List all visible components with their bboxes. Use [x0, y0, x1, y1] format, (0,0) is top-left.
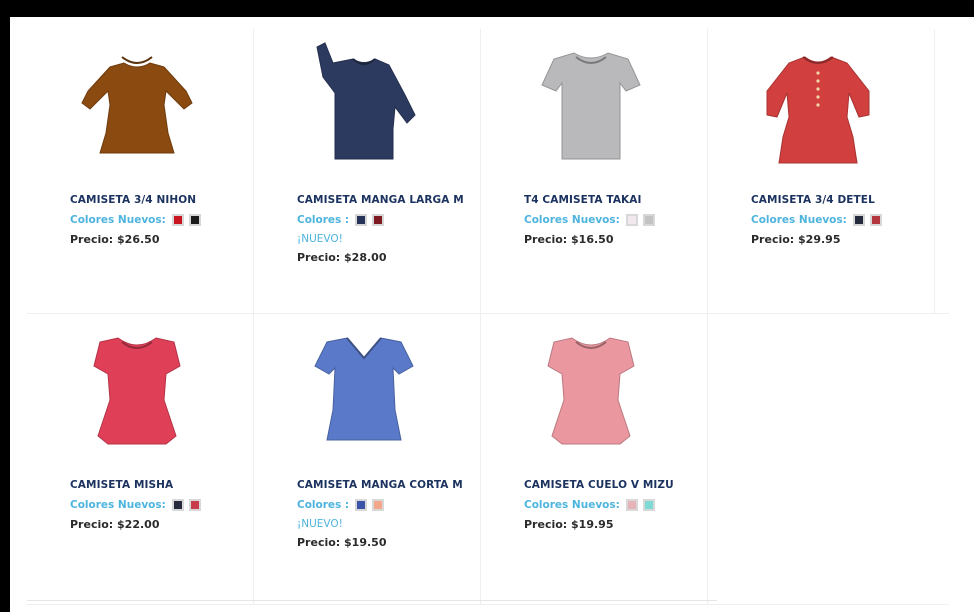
garment-button [816, 95, 820, 99]
garment-shape [93, 337, 181, 445]
garment-shape [314, 337, 414, 441]
garment-shape [547, 337, 635, 445]
product-price: Precio: $19.50 [297, 536, 387, 549]
product-name-link[interactable]: CAMISETA CUELO V MIZU [524, 479, 704, 492]
garment-illustration [81, 56, 193, 154]
product-name-link[interactable]: CAMISETA MANGA CORTA M [297, 479, 477, 492]
garment-shape [541, 52, 641, 160]
garment-illustration [316, 42, 416, 160]
product-name-link[interactable]: CAMISETA 3/4 NIHON [70, 194, 250, 207]
product-name-link[interactable]: CAMISETA 3/4 DETEL [751, 194, 931, 207]
empty-cell [708, 314, 935, 604]
product-image[interactable] [62, 318, 212, 468]
colors-label: Colores Nuevos: [524, 498, 620, 511]
product-card: CAMISETA CUELO V MIZU Colores Nuevos: Pr… [481, 314, 708, 604]
color-swatch[interactable] [188, 498, 201, 511]
garment-illustration [547, 337, 635, 445]
bottom-divider [27, 600, 717, 601]
color-swatch[interactable] [869, 213, 882, 226]
product-name-link[interactable]: T4 CAMISETA TAKAI [524, 194, 704, 207]
colors-label: Colores Nuevos: [70, 213, 166, 226]
product-image[interactable] [516, 33, 666, 183]
product-image[interactable] [289, 318, 439, 468]
garment-illustration [314, 337, 414, 441]
color-swatch[interactable] [625, 213, 638, 226]
colors-label: Colores : [297, 498, 350, 511]
garment-shape [81, 62, 193, 154]
product-card: T4 CAMISETA TAKAI Colores Nuevos: Precio… [481, 29, 708, 313]
new-badge: ¡NUEVO! [297, 233, 343, 245]
garment-button [816, 87, 820, 91]
colors-label: Colores Nuevos: [524, 213, 620, 226]
product-image[interactable] [516, 318, 666, 468]
new-badge: ¡NUEVO! [297, 518, 343, 530]
garment-shape [316, 42, 416, 160]
product-image[interactable] [62, 33, 212, 183]
product-card: CAMISETA MANGA LARGA M Colores : ¡NUEVO!… [254, 29, 481, 313]
product-listing-frame: CAMISETA 3/4 NIHON Colores Nuevos: Preci… [10, 17, 974, 612]
garment-neckline [121, 56, 153, 64]
color-swatch[interactable] [355, 498, 368, 511]
garment-button [816, 79, 820, 83]
product-price: Precio: $19.95 [524, 518, 614, 531]
color-swatch[interactable] [355, 213, 368, 226]
color-swatch[interactable] [852, 213, 865, 226]
product-name-link[interactable]: CAMISETA MISHA [70, 479, 250, 492]
colors-label: Colores : [297, 213, 350, 226]
product-card: CAMISETA 3/4 NIHON Colores Nuevos: Preci… [27, 29, 254, 313]
garment-button [816, 71, 820, 75]
product-grid: CAMISETA 3/4 NIHON Colores Nuevos: Preci… [27, 29, 949, 605]
garment-illustration [766, 56, 870, 164]
color-swatch[interactable] [171, 213, 184, 226]
color-swatch[interactable] [171, 498, 184, 511]
garment-button [816, 103, 820, 107]
colors-label: Colores Nuevos: [70, 498, 166, 511]
product-name-link[interactable]: CAMISETA MANGA LARGA M [297, 194, 477, 207]
product-row: CAMISETA MISHA Colores Nuevos: Precio: $… [27, 314, 949, 605]
product-price: Precio: $29.95 [751, 233, 841, 246]
product-card: CAMISETA 3/4 DETEL Colores Nuevos: Preci… [708, 29, 935, 313]
color-swatch[interactable] [642, 498, 655, 511]
color-swatch[interactable] [642, 213, 655, 226]
color-swatch[interactable] [188, 213, 201, 226]
garment-illustration [93, 337, 181, 445]
product-card: CAMISETA MISHA Colores Nuevos: Precio: $… [27, 314, 254, 604]
garment-illustration [541, 52, 641, 160]
product-price: Precio: $28.00 [297, 251, 387, 264]
product-price: Precio: $16.50 [524, 233, 614, 246]
product-image[interactable] [289, 33, 439, 183]
product-row: CAMISETA 3/4 NIHON Colores Nuevos: Preci… [27, 29, 949, 314]
color-swatch[interactable] [372, 498, 385, 511]
product-price: Precio: $22.00 [70, 518, 160, 531]
product-price: Precio: $26.50 [70, 233, 160, 246]
product-card: CAMISETA MANGA CORTA M Colores : ¡NUEVO!… [254, 314, 481, 604]
product-image[interactable] [743, 33, 893, 183]
color-swatch[interactable] [372, 213, 385, 226]
color-swatch[interactable] [625, 498, 638, 511]
colors-label: Colores Nuevos: [751, 213, 847, 226]
